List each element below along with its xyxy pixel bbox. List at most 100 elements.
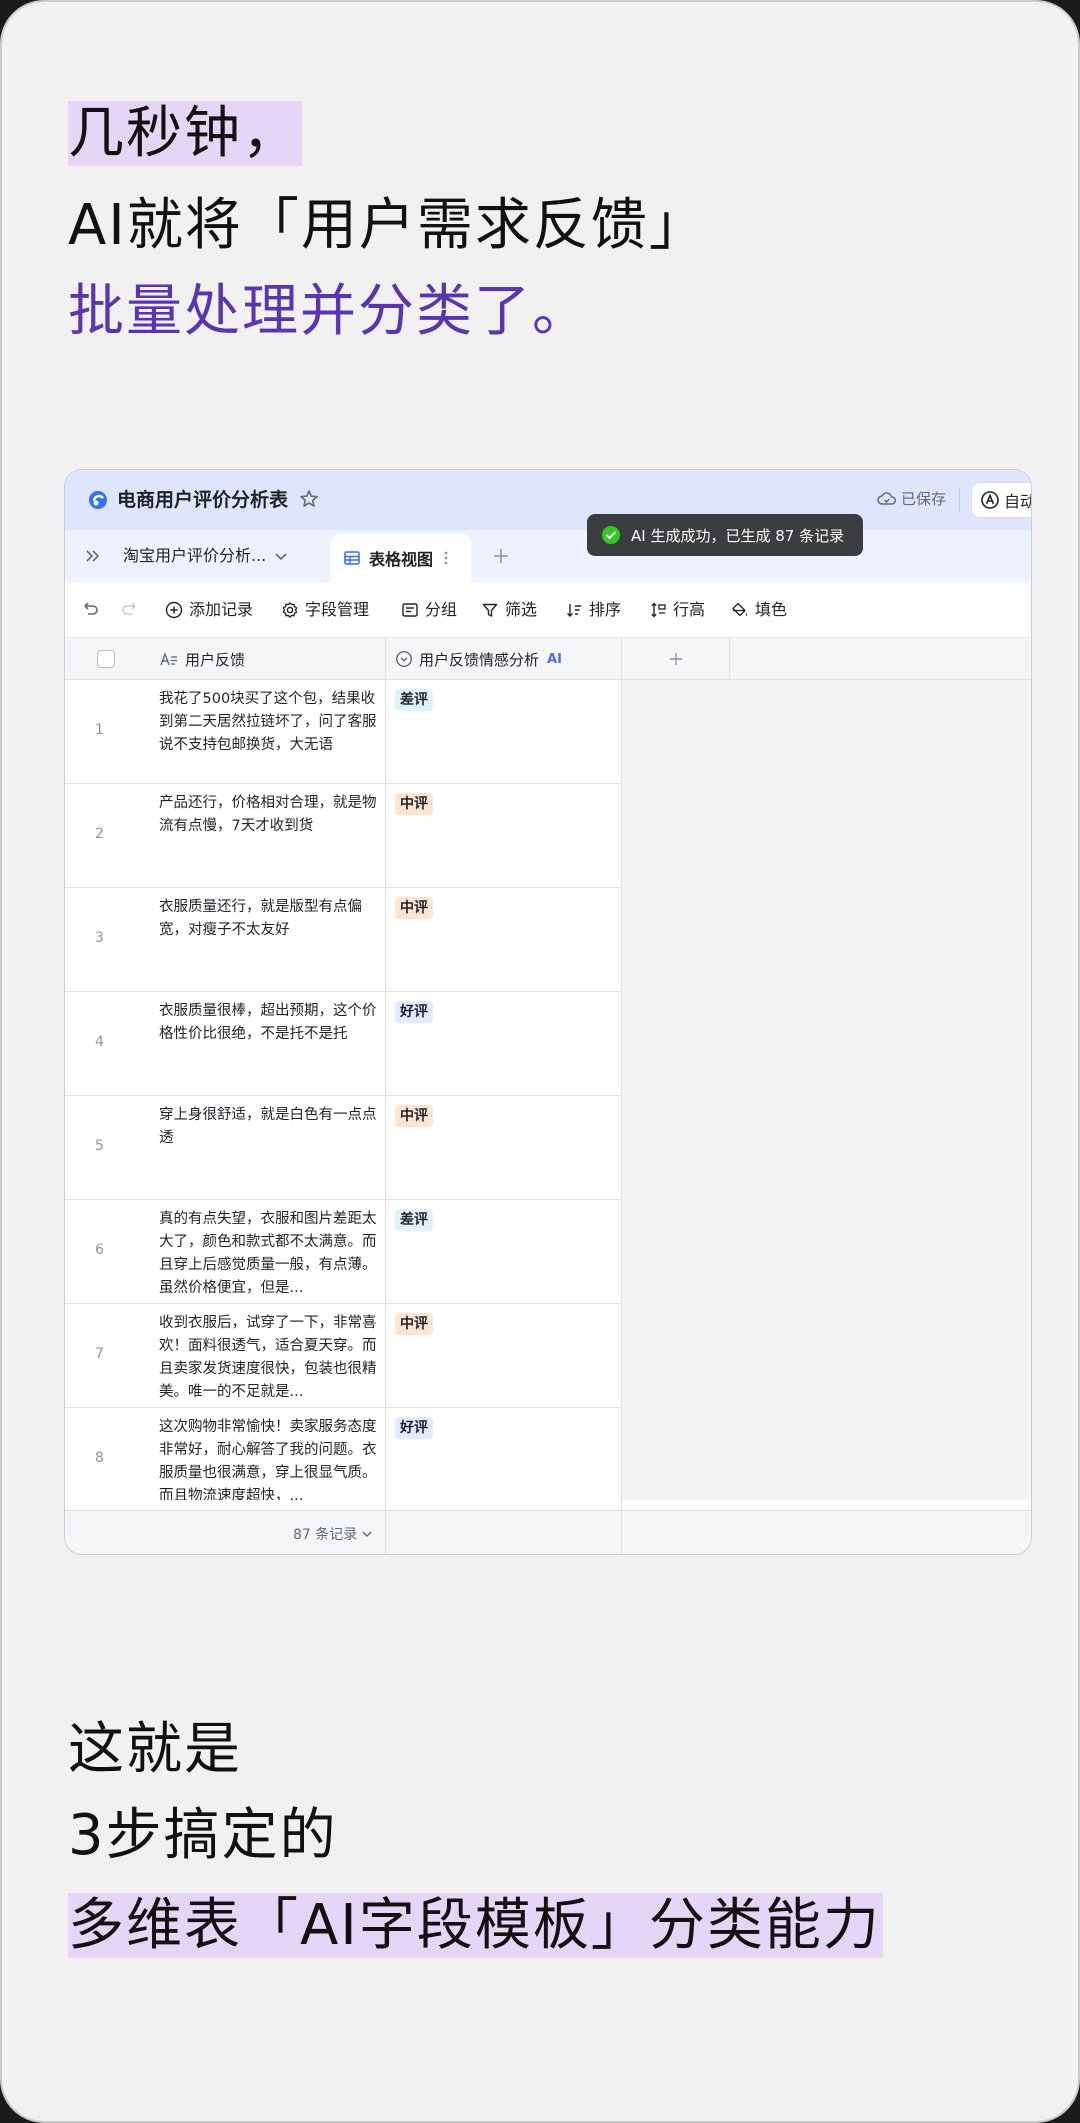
column-header-sentiment[interactable]: 用户反馈情感分析 AI: [395, 638, 562, 680]
cloud-check-icon: [877, 491, 896, 505]
field-manage-button[interactable]: 字段管理: [281, 598, 369, 622]
saved-label: 已保存: [901, 490, 947, 508]
feedback-cell[interactable]: 衣服质量还行，就是版型有点偏宽，对瘦子不太友好: [159, 896, 377, 942]
poster-card: 几秒钟， AI就将「用户需求反馈」 批量处理并分类了。 电商用户评价分析表 已保…: [0, 0, 1080, 2123]
star-icon[interactable]: [298, 488, 320, 510]
checkbox[interactable]: [97, 650, 115, 668]
row-number: 1: [95, 722, 104, 738]
feedback-cell[interactable]: 产品还行，价格相对合理，就是物流有点慢，7天才收到货: [159, 792, 377, 838]
saved-status: 已保存: [877, 488, 946, 509]
bitable-logo-icon: [89, 491, 107, 509]
sentiment-tag[interactable]: 好评: [395, 1001, 433, 1023]
divider: [729, 638, 730, 680]
feedback-cell[interactable]: 衣服质量很棒，超出预期，这个价格性价比很绝，不是托不是托: [159, 1000, 377, 1046]
column-header-row: 用户反馈 用户反馈情感分析 AI: [65, 638, 1031, 680]
redo-icon: [122, 602, 136, 615]
grid-view-icon: [344, 551, 360, 565]
sentiment-tag[interactable]: 差评: [395, 689, 433, 711]
group-label: 分组: [425, 600, 458, 619]
sentiment-tag[interactable]: 中评: [395, 793, 433, 815]
group-button[interactable]: 分组: [401, 598, 457, 622]
headline-line-2: AI就将「用户需求反馈」: [68, 193, 707, 258]
chevron-down-icon: [362, 1531, 372, 1537]
table-row[interactable]: 7 收到衣服后，试穿了一下，非常喜欢！面料很透气，适合夏天穿。而且卖家发货速度很…: [65, 1304, 621, 1408]
feedback-cell[interactable]: 这次购物非常愉快！卖家服务态度非常好，耐心解答了我的问题。衣服质量也很满意，穿上…: [159, 1416, 377, 1500]
chevron-down-icon: [275, 553, 287, 561]
toast-text: AI 生成成功，已生成 87 条记录: [631, 526, 845, 545]
table-row[interactable]: 8 这次购物非常愉快！卖家服务态度非常好，耐心解答了我的问题。衣服质量也很满意，…: [65, 1408, 621, 1500]
sentiment-tag[interactable]: 中评: [395, 1105, 433, 1127]
success-toast: AI 生成成功，已生成 87 条记录: [587, 514, 863, 556]
headline-line-1: 几秒钟，: [68, 92, 302, 176]
table-row[interactable]: 3 衣服质量还行，就是版型有点偏宽，对瘦子不太友好 中评: [65, 888, 621, 992]
sentiment-tag[interactable]: 中评: [395, 1313, 433, 1335]
app-window: 电商用户评价分析表 已保存 自动: [64, 469, 1032, 1555]
add-record-label: 添加记录: [189, 600, 254, 619]
record-count[interactable]: 87 条记录: [293, 1524, 373, 1544]
auto-label: 自动: [1004, 492, 1031, 511]
row-number: 3: [95, 930, 104, 946]
row-number: 4: [95, 1034, 104, 1050]
column-header-feedback-label: 用户反馈: [185, 650, 246, 669]
filter-button[interactable]: 筛选: [481, 598, 537, 622]
divider: [621, 1511, 622, 1554]
tab-table-label: 淘宝用户评价分析...: [123, 546, 267, 565]
collapse-sidebar-icon[interactable]: [81, 544, 105, 568]
feedback-cell[interactable]: 收到衣服后，试穿了一下，非常喜欢！面料很透气，适合夏天穿。而且卖家发货速度很快，…: [159, 1312, 377, 1404]
table-row[interactable]: 2 产品还行，价格相对合理，就是物流有点慢，7天才收到货 中评: [65, 784, 621, 888]
row-number: 6: [95, 1242, 104, 1258]
undo-icon: [84, 602, 98, 615]
table-row[interactable]: 1 我花了500块买了这个包，结果收到第二天居然拉链坏了，问了客服说不支持包邮换…: [65, 680, 621, 784]
view-tab-bar: 淘宝用户评价分析... 表格视图: [65, 530, 1031, 582]
add-view-icon[interactable]: [489, 544, 513, 568]
sentiment-tag[interactable]: 好评: [395, 1417, 433, 1439]
select-all-checkbox[interactable]: [97, 638, 115, 680]
feedback-cell[interactable]: 我花了500块买了这个包，结果收到第二天居然拉链坏了，问了客服说不支持包邮换货，…: [159, 688, 377, 757]
feedback-cell[interactable]: 真的有点失望，衣服和图片差距太大了，颜色和款式都不太满意。而且穿上后感觉质量一般…: [159, 1208, 377, 1300]
row-height-icon: [651, 602, 666, 618]
auto-button[interactable]: 自动: [971, 482, 1031, 518]
table-row[interactable]: 4 衣服质量很棒，超出预期，这个价格性价比很绝，不是托不是托 好评: [65, 992, 621, 1096]
bottom-line-1: 这就是: [68, 1717, 242, 1782]
more-vertical-icon[interactable]: [443, 550, 449, 566]
filter-label: 筛选: [505, 600, 538, 619]
single-select-icon: [395, 650, 413, 668]
add-record-button[interactable]: 添加记录: [165, 598, 253, 622]
bottom-line-2: 3步搞定的: [68, 1803, 338, 1868]
table-row[interactable]: 5 穿上身很舒适，就是白色有一点点透 中评: [65, 1096, 621, 1200]
add-column-button[interactable]: [667, 638, 685, 680]
divider: [385, 638, 386, 1554]
sort-label: 排序: [589, 600, 622, 619]
divider: [385, 1511, 386, 1554]
group-icon: [402, 603, 418, 617]
plus-icon: [670, 653, 682, 665]
check-circle-icon: [602, 526, 620, 544]
sort-icon: [567, 604, 581, 617]
redo-button[interactable]: [119, 598, 147, 620]
toolbar: 添加记录 字段管理 分组 筛选 排序 行高 填色: [65, 582, 1031, 638]
bottom-highlight: 多维表「AI字段模板」分类能力: [68, 1893, 883, 1958]
grid-body: 1 我花了500块买了这个包，结果收到第二天居然拉链坏了，问了客服说不支持包邮换…: [65, 680, 621, 1500]
field-manage-label: 字段管理: [305, 600, 370, 619]
row-number: 8: [95, 1450, 104, 1466]
add-circle-icon: [165, 601, 183, 619]
record-count-label: 87 条记录: [293, 1527, 358, 1543]
tab-table[interactable]: 淘宝用户评价分析...: [123, 542, 288, 570]
sentiment-tag[interactable]: 差评: [395, 1209, 433, 1231]
headline-highlight: 几秒钟，: [68, 101, 302, 166]
bottom-line-3: 多维表「AI字段模板」分类能力: [68, 1884, 883, 1968]
undo-button[interactable]: [79, 598, 107, 620]
title-bar: 电商用户评价分析表 已保存 自动: [65, 470, 1031, 530]
divider: [621, 638, 622, 1554]
row-number: 7: [95, 1346, 104, 1362]
fill-color-button[interactable]: 填色: [731, 598, 787, 622]
sort-button[interactable]: 排序: [565, 598, 621, 622]
column-header-feedback[interactable]: 用户反馈: [159, 638, 245, 680]
row-height-button[interactable]: 行高: [649, 598, 705, 622]
sentiment-tag[interactable]: 中评: [395, 897, 433, 919]
paint-bucket-icon: [732, 602, 748, 617]
feedback-cell[interactable]: 穿上身很舒适，就是白色有一点点透: [159, 1104, 377, 1150]
grid-footer: 87 条记录: [65, 1510, 1031, 1554]
table-row[interactable]: 6 真的有点失望，衣服和图片差距太大了，颜色和款式都不太满意。而且穿上后感觉质量…: [65, 1200, 621, 1304]
tab-grid-view[interactable]: 表格视图: [331, 534, 471, 582]
